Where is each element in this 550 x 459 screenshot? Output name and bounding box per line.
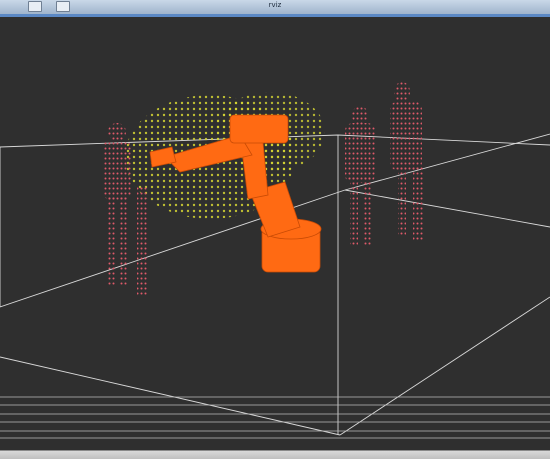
robot-head xyxy=(229,114,289,144)
window-titlebar: rviz xyxy=(0,0,550,15)
3d-scene xyxy=(0,82,550,439)
human-point-cloud-right-2 xyxy=(390,82,423,242)
wireframe-mid-right xyxy=(344,189,550,228)
human-point-cloud-right-1 xyxy=(345,106,375,247)
3d-viewport[interactable] xyxy=(0,17,550,450)
wireframe-lower-left xyxy=(0,356,341,436)
window-title: rviz xyxy=(268,1,282,9)
floor-lines xyxy=(0,396,550,439)
wireframe-upper-right xyxy=(344,133,550,191)
